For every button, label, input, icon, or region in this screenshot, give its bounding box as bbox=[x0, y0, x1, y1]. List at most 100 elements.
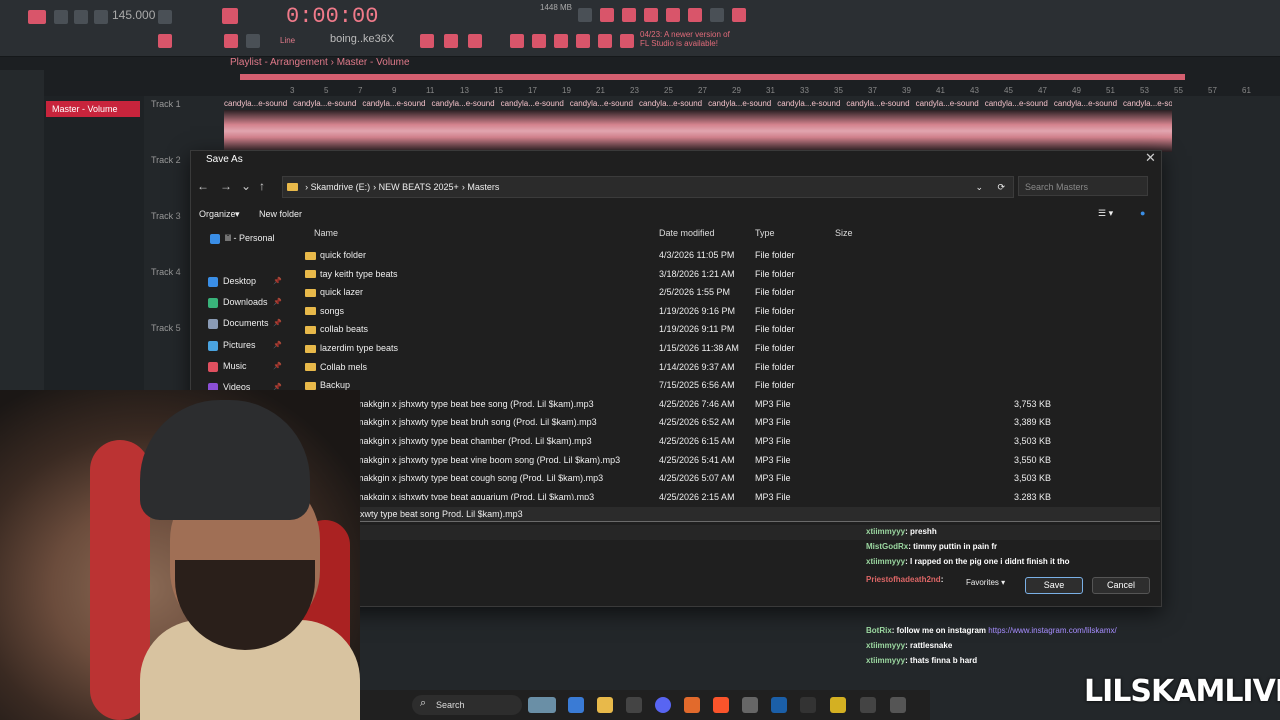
chat-username[interactable]: xtiimmyyy bbox=[866, 557, 905, 566]
track-2-label[interactable]: Track 2 bbox=[151, 155, 181, 165]
snap-icon[interactable] bbox=[246, 34, 260, 48]
path-segment-drive[interactable]: Skamdrive (E:) bbox=[311, 182, 371, 192]
taskbar-discord[interactable] bbox=[655, 697, 671, 713]
path-segment-folder[interactable]: NEW BEATS 2025+ bbox=[379, 182, 459, 192]
chat-username[interactable]: xtiimmyyy bbox=[866, 641, 905, 650]
file-row[interactable]: tay keith type beats 3/18/2026 1:21 AM Fil… bbox=[305, 265, 1065, 283]
chat-username[interactable]: Priestofhadeath2nd bbox=[866, 575, 941, 584]
pin-icon[interactable]: 📌 bbox=[273, 313, 282, 334]
playlist-icon[interactable] bbox=[420, 34, 434, 48]
pin-icon[interactable]: 📌 bbox=[273, 356, 282, 377]
close-icon[interactable]: ✕ bbox=[1145, 150, 1156, 166]
organize-button[interactable]: Organize bbox=[199, 209, 236, 219]
download-icon[interactable] bbox=[732, 8, 746, 22]
tempo-display[interactable]: 145.000 bbox=[112, 8, 155, 22]
taskbar-app-obs[interactable] bbox=[742, 697, 758, 713]
pattern-selector[interactable]: boing..ke36X bbox=[330, 33, 398, 49]
audio-waveform-clip[interactable] bbox=[224, 110, 1172, 152]
file-row[interactable]: perc40 x makkgin x jshxwty type beat cha… bbox=[305, 432, 1065, 450]
address-bar[interactable]: › Skamdrive (E:) › NEW BEATS 2025+ › Mas… bbox=[282, 176, 1014, 198]
path-segment-current[interactable]: Masters bbox=[467, 182, 499, 192]
taskbar-file-explorer[interactable] bbox=[597, 697, 613, 713]
chevron-down-icon[interactable]: ▾ bbox=[235, 209, 240, 220]
timeline-ruler[interactable]: 3 5 7 9 11 13 15 17 19 21 23 25 27 29 31 33 35 37 39 41 43 45… bbox=[224, 86, 1251, 96]
mixer-view-icon[interactable] bbox=[468, 34, 482, 48]
touch-icon[interactable] bbox=[554, 34, 568, 48]
history-dropdown-icon[interactable]: ⌄ bbox=[975, 177, 983, 197]
track-1-label[interactable]: Track 1 bbox=[151, 99, 181, 109]
play-button[interactable] bbox=[54, 10, 68, 24]
file-row[interactable]: perc40 x makkgin x jshxwty type beat bee… bbox=[305, 395, 1065, 413]
file-row[interactable]: Collab mels 1/14/2026 9:37 AM File folder bbox=[305, 358, 1065, 376]
taskbar-app-4k[interactable] bbox=[860, 697, 876, 713]
file-row[interactable]: perc40 x makkgin x jshxwty type beat vin… bbox=[305, 451, 1065, 469]
browser-icon[interactable] bbox=[510, 34, 524, 48]
pencil-icon[interactable] bbox=[224, 34, 238, 48]
song-position-bar[interactable] bbox=[240, 74, 1185, 80]
nav-item-pictures[interactable]: Pictures 📌 bbox=[208, 335, 282, 356]
piano-roll-icon[interactable] bbox=[444, 34, 458, 48]
refresh-icon[interactable]: ⟳ bbox=[997, 177, 1005, 197]
file-row[interactable]: songs 1/19/2026 9:16 PM File folder bbox=[305, 302, 1065, 320]
file-row[interactable]: quick lazer 2/5/2026 1:55 PM File folder bbox=[305, 283, 1065, 301]
file-row[interactable]: lazerdim type beats 1/15/2026 11:38 AM Fil… bbox=[305, 339, 1065, 357]
taskbar-app-store[interactable] bbox=[626, 697, 642, 713]
mic-icon[interactable] bbox=[622, 8, 636, 22]
help-icon[interactable] bbox=[644, 8, 658, 22]
file-row[interactable]: quick folder 4/3/2026 11:05 PM File folder bbox=[305, 246, 1065, 264]
update-notice[interactable]: 04/23: A newer version of FL Studio is a… bbox=[640, 30, 730, 48]
plugin-icon[interactable] bbox=[666, 8, 680, 22]
taskbar-app-capcut[interactable] bbox=[890, 697, 906, 713]
chat-icon[interactable] bbox=[710, 8, 724, 22]
track-5-label[interactable]: Track 5 bbox=[151, 323, 181, 333]
metronome-icon[interactable] bbox=[158, 10, 172, 24]
forward-arrow-icon[interactable]: → bbox=[220, 179, 232, 193]
nav-item-documents[interactable]: Documents 📌 bbox=[208, 313, 282, 334]
file-row[interactable]: Backup 7/15/2025 6:56 AM File folder bbox=[305, 376, 1065, 394]
taskbar-steam[interactable] bbox=[771, 697, 787, 713]
master-volume-tag[interactable]: Master - Volume bbox=[46, 101, 140, 117]
send-icon[interactable] bbox=[598, 34, 612, 48]
chat-link[interactable]: https://www.instagram.com/lilskamx/ bbox=[988, 626, 1116, 635]
nav-item-downloads[interactable]: Downloads 📌 bbox=[208, 292, 282, 313]
back-arrow-icon[interactable]: ← bbox=[197, 179, 209, 193]
track-3-label[interactable]: Track 3 bbox=[151, 211, 181, 221]
plugin-picker-icon[interactable] bbox=[532, 34, 546, 48]
undo-icon[interactable] bbox=[578, 8, 592, 22]
file-row[interactable]: collab beats 1/19/2026 9:11 PM File folder bbox=[305, 320, 1065, 338]
file-row[interactable]: perc40 x makkgin x jshxwty type beat aqu… bbox=[305, 488, 1065, 500]
snap-mode-label[interactable]: Line bbox=[280, 36, 295, 45]
taskbar-app-copilot[interactable] bbox=[568, 697, 584, 713]
nav-item-music[interactable]: Music 📌 bbox=[208, 356, 282, 377]
pin-icon[interactable]: 📌 bbox=[273, 292, 282, 313]
file-row[interactable]: perc40 x makkgin x jshxwty type beat cou… bbox=[305, 469, 1065, 487]
chat-username[interactable]: BotRix bbox=[866, 626, 892, 635]
nav-item-desktop[interactable]: Desktop 📌 bbox=[208, 271, 282, 292]
search-input[interactable]: Search Masters bbox=[1018, 176, 1148, 196]
column-name[interactable]: Name bbox=[314, 228, 338, 238]
chat-username[interactable]: xtiimmyyy bbox=[866, 656, 905, 665]
stop-button[interactable] bbox=[74, 10, 88, 24]
up-arrow-icon[interactable]: ↑ bbox=[259, 179, 265, 193]
record-mode-button[interactable] bbox=[28, 10, 46, 24]
cpu-icon[interactable] bbox=[576, 34, 590, 48]
new-folder-button[interactable]: New folder bbox=[259, 209, 302, 219]
mixer-icon[interactable] bbox=[688, 8, 702, 22]
taskbar-fl-studio[interactable] bbox=[684, 697, 700, 713]
channel-rack-icon[interactable] bbox=[158, 34, 172, 48]
view-options-icon[interactable]: ☰ ▾ bbox=[1098, 208, 1113, 219]
taskbar-brave[interactable] bbox=[713, 697, 729, 713]
pin-icon[interactable]: 📌 bbox=[273, 271, 282, 292]
track-4-label[interactable]: Track 4 bbox=[151, 267, 181, 277]
loop-record-icon[interactable] bbox=[600, 8, 614, 22]
chat-username[interactable]: MistGodRx bbox=[866, 542, 908, 551]
taskbar-search[interactable]: Search bbox=[412, 695, 522, 715]
chat-username[interactable]: xtiimmyyy bbox=[866, 527, 905, 536]
pin-icon[interactable]: 📌 bbox=[273, 335, 282, 356]
chevron-down-icon[interactable]: ⌄ bbox=[241, 179, 251, 193]
file-row[interactable]: perc40 x makkgin x jshxwty type beat bru… bbox=[305, 413, 1065, 431]
column-date[interactable]: Date modified bbox=[659, 228, 715, 238]
taskbar-app-game[interactable] bbox=[528, 697, 556, 713]
column-size[interactable]: Size bbox=[835, 228, 853, 238]
help-icon[interactable]: ● bbox=[1140, 208, 1145, 218]
